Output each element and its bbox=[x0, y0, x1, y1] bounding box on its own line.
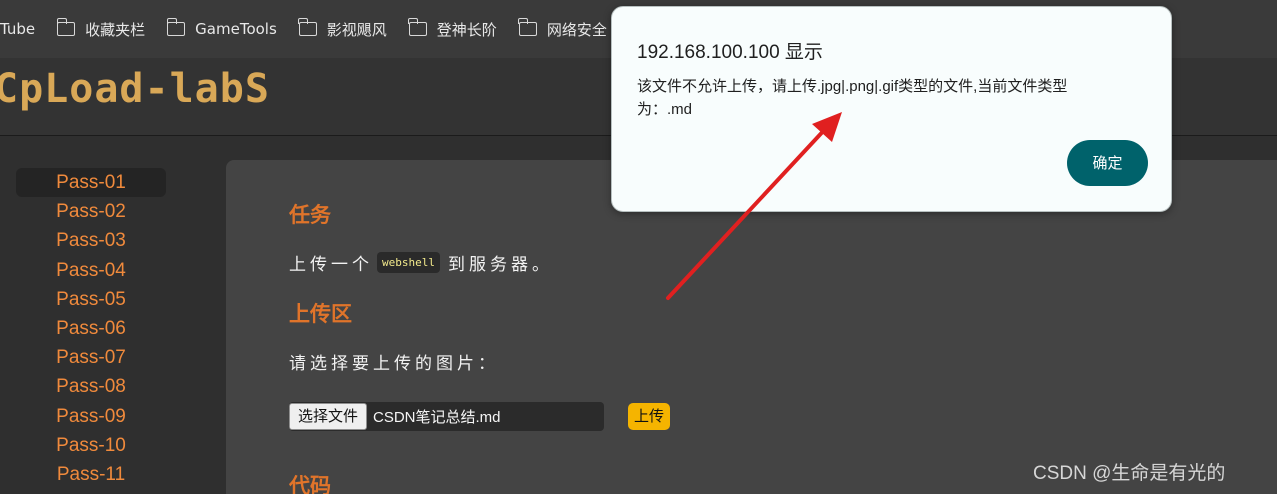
bookmark-label: 登神长阶 bbox=[436, 20, 497, 39]
sidebar-item-pass-05[interactable]: Pass-05 bbox=[16, 285, 166, 314]
dialog-message: 该文件不允许上传，请上传.jpg|.png|.gif类型的文件,当前文件类型为：… bbox=[637, 78, 1068, 118]
bookmark-label: 影视飓风 bbox=[326, 20, 387, 39]
task-title: 任务 bbox=[289, 203, 331, 227]
alert-dialog: 192.168.100.100 显示 该文件不允许上传，请上传.jpg|.png… bbox=[611, 6, 1172, 212]
folder-icon bbox=[166, 18, 186, 36]
bookmark-favorites[interactable]: 收藏夹栏 bbox=[56, 14, 146, 44]
dialog-title: 192.168.100.100 显示 bbox=[637, 42, 823, 63]
sidebar-item-pass-10[interactable]: Pass-10 bbox=[16, 431, 166, 460]
sidebar-item-pass-09[interactable]: Pass-09 bbox=[16, 402, 166, 431]
bookmark-security[interactable]: 网络安全 bbox=[518, 14, 607, 44]
upload-title: 上传区 bbox=[289, 302, 352, 326]
sidebar-item-pass-01[interactable]: Pass-01 bbox=[16, 168, 166, 198]
bookmark-dengshen[interactable]: 登神长阶 bbox=[408, 14, 497, 44]
sidebar-item-pass-11[interactable]: Pass-11 bbox=[16, 460, 166, 489]
folder-icon bbox=[518, 18, 537, 36]
bookmark-gametools[interactable]: GameTools bbox=[166, 14, 277, 44]
bookmark-yingshi[interactable]: 影视飓风 bbox=[298, 14, 387, 44]
folder-icon bbox=[408, 18, 427, 36]
file-input[interactable]: 选择文件 CSDN笔记总结.md bbox=[289, 402, 604, 431]
upload-button[interactable]: 上传 bbox=[628, 403, 671, 430]
upload-form: 选择文件 CSDN笔记总结.md 上传 bbox=[289, 402, 671, 431]
task-prefix: 上传一个 bbox=[289, 255, 373, 275]
bookmark-tube[interactable]: Tube bbox=[0, 14, 35, 44]
task-suffix: 到服务器。 bbox=[447, 255, 553, 275]
upload-prompt: 请选择要上传的图片： bbox=[289, 354, 499, 374]
bookmark-label: 网络安全 bbox=[546, 20, 607, 39]
task-code: webshell bbox=[377, 252, 440, 273]
folder-icon bbox=[56, 18, 76, 36]
sidebar-item-pass-07[interactable]: Pass-07 bbox=[16, 343, 166, 372]
sidebar-item-pass-03[interactable]: Pass-03 bbox=[16, 226, 166, 255]
code-title: 代码 bbox=[289, 474, 331, 494]
choose-file-button[interactable]: 选择文件 bbox=[289, 403, 368, 430]
task-description: 上传一个 webshell 到服务器。 bbox=[289, 250, 553, 275]
sidebar-nav: Pass-01 Pass-02 Pass-03 Pass-04 Pass-05 … bbox=[16, 168, 166, 489]
selected-file-name: CSDN笔记总结.md bbox=[373, 409, 501, 426]
sidebar-item-pass-06[interactable]: Pass-06 bbox=[16, 314, 166, 343]
bookmark-label: Tube bbox=[0, 20, 36, 38]
dialog-ok-button[interactable]: 确定 bbox=[1067, 140, 1148, 186]
sidebar-item-pass-08[interactable]: Pass-08 bbox=[16, 372, 166, 401]
bookmark-label: GameTools bbox=[195, 20, 277, 38]
sidebar-item-pass-04[interactable]: Pass-04 bbox=[16, 256, 166, 285]
bookmark-label: 收藏夹栏 bbox=[85, 20, 146, 39]
site-logo: CpLoad-labS bbox=[0, 66, 270, 112]
folder-icon bbox=[298, 18, 317, 36]
sidebar-item-pass-02[interactable]: Pass-02 bbox=[16, 197, 166, 226]
csdn-watermark: CSDN @生命是有光的 bbox=[1033, 463, 1226, 484]
